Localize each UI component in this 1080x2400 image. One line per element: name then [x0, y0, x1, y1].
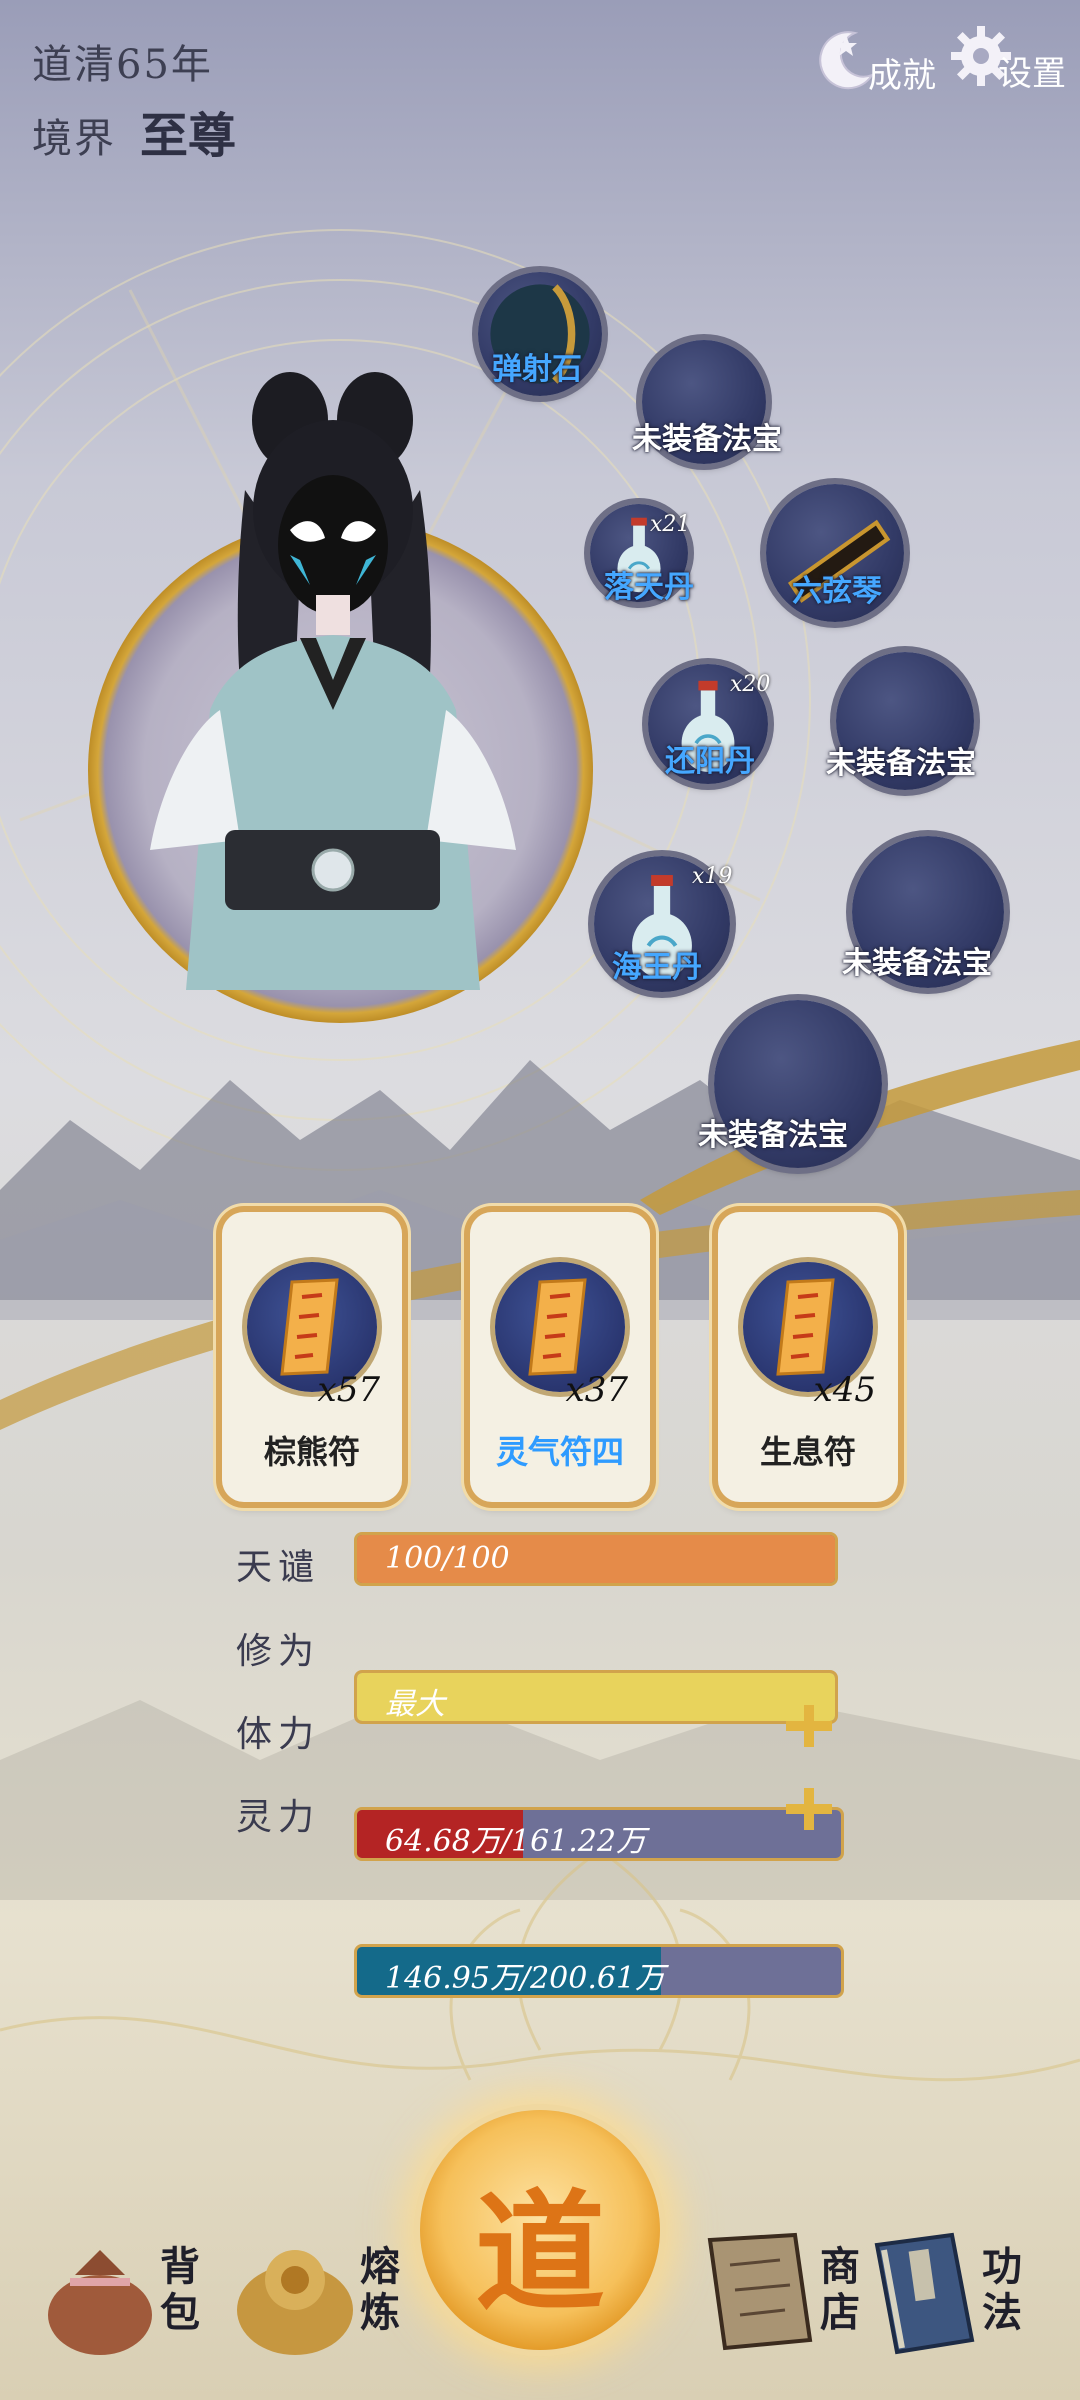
character-portrait: [150, 372, 516, 990]
smelting-furnace-icon: [237, 2250, 353, 2355]
stat-bar-value: 64.68万/161.22万: [385, 1824, 646, 1859]
slot-item-label: 未装备法宝: [698, 1118, 848, 1153]
slot-item-count: x20: [730, 672, 771, 697]
nav-smelt[interactable]: 熔炼: [230, 2220, 406, 2360]
nav-shop-label: 商店: [820, 2243, 860, 2336]
slot-item-label: 还阳丹: [665, 744, 755, 779]
realm-value: 至尊: [140, 108, 237, 164]
settings-label: 设置: [998, 54, 1066, 94]
book-icon: [874, 2232, 975, 2355]
dao-glyph: 道: [474, 2176, 605, 2329]
talisman-name: 灵气符四: [495, 1433, 624, 1471]
talisman-name: 棕熊符: [263, 1433, 360, 1471]
stat-label-xiuwei: 修为: [236, 1631, 321, 1672]
stat-bar-value: 最大: [385, 1687, 445, 1722]
stat-label-lingli: 灵力: [236, 1797, 321, 1838]
talisman-card-1[interactable]: x37 灵气符四: [470, 1212, 650, 1502]
stat-bar-tili: 64.68万/161.22万: [354, 1807, 844, 1861]
talisman-count: x37: [565, 1370, 628, 1410]
realm-display: 境界 至尊: [32, 96, 236, 166]
realm-label: 境界: [32, 116, 116, 162]
bag-icon: [48, 2250, 152, 2355]
achievements-label: 成就: [868, 56, 936, 96]
slot-item-label: 海王丹: [612, 950, 702, 985]
slot-item-label: 未装备法宝: [632, 422, 782, 457]
talisman-count: x57: [317, 1370, 380, 1410]
slot-item-count: x21: [650, 512, 691, 537]
nav-smelt-label: 熔炼: [360, 2243, 400, 2336]
nav-skills-label: 功法: [982, 2243, 1022, 2336]
nav-skills[interactable]: 功法: [862, 2220, 1028, 2360]
slot-item-count: x19: [692, 864, 733, 889]
slot-item-label: 未装备法宝: [842, 946, 992, 981]
year-display: 道清65年: [32, 42, 213, 88]
achievements-button[interactable]: 成就: [810, 18, 936, 97]
slot-item-label: 落天丹: [604, 570, 694, 605]
stat-label-tili: 体力: [236, 1714, 321, 1755]
stat-bar-tianqian: 100/100: [354, 1532, 838, 1586]
talisman-card-0[interactable]: x57 棕熊符: [222, 1212, 402, 1502]
add-stamina-button[interactable]: [778, 1699, 840, 1753]
scroll-map-icon: [707, 2232, 813, 2351]
nav-bag[interactable]: 背包: [40, 2220, 206, 2360]
stat-bar-xiuwei: 最大: [354, 1670, 838, 1724]
talisman-name: 生息符: [759, 1433, 856, 1471]
stat-bar-value: 100/100: [385, 1541, 510, 1576]
dao-main-button[interactable]: 道: [420, 2110, 660, 2350]
slot-item-label: 弹射石: [492, 352, 582, 387]
nav-shop[interactable]: 商店: [700, 2220, 866, 2360]
talisman-count: x45: [813, 1370, 876, 1410]
settings-button[interactable]: 设置: [946, 16, 1066, 95]
stat-bar-lingli: 146.95万/200.61万: [354, 1944, 844, 1998]
add-spirit-button[interactable]: [778, 1782, 840, 1836]
talisman-card-2[interactable]: x45 生息符: [718, 1212, 898, 1502]
nav-bag-label: 背包: [160, 2243, 200, 2336]
stat-label-tianqian: 天谴: [236, 1547, 321, 1588]
slot-item-label: 未装备法宝: [826, 746, 976, 781]
slot-item-label: 六弦琴: [792, 574, 882, 609]
stat-bar-value: 146.95万/200.61万: [385, 1961, 666, 1996]
